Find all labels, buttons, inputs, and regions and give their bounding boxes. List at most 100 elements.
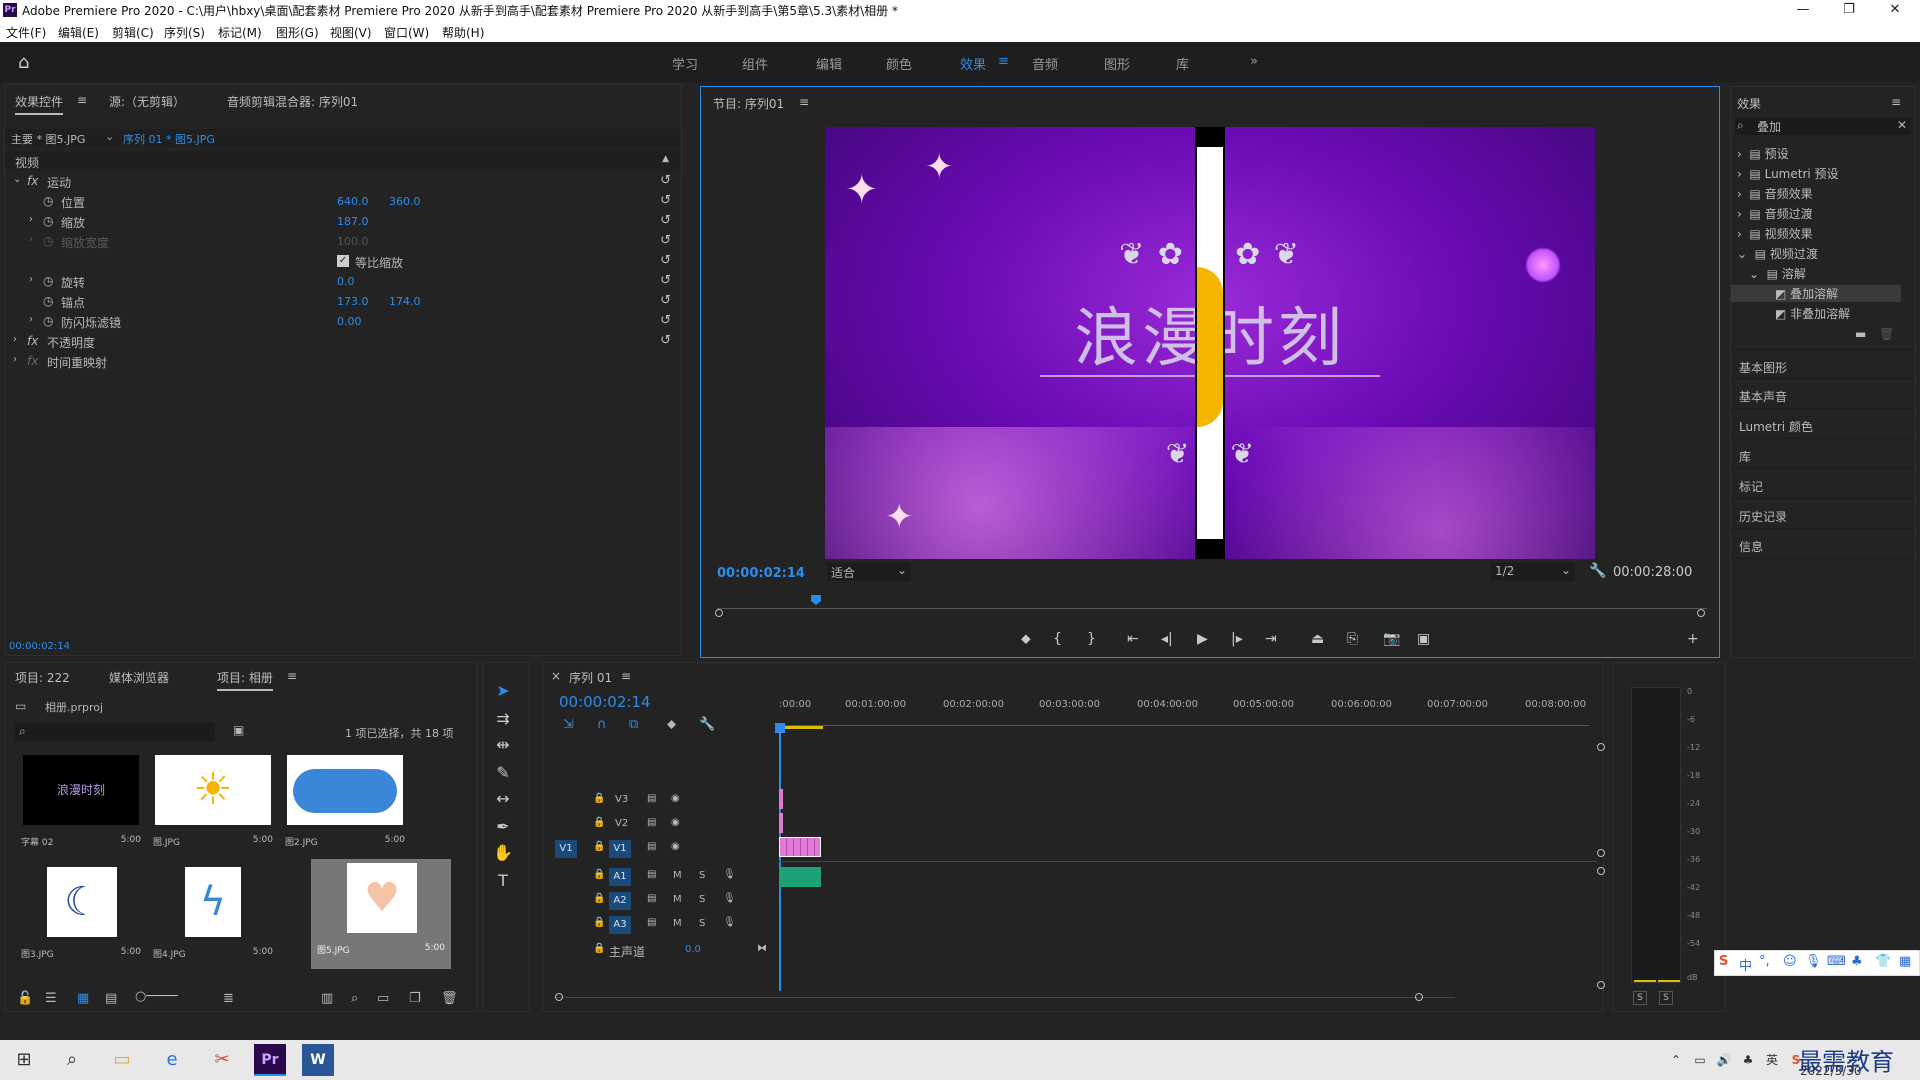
- extract-icon[interactable]: ⎘: [1347, 631, 1358, 647]
- h-scrollbar[interactable]: [555, 997, 1455, 998]
- more-workspaces-icon[interactable]: »: [1250, 54, 1258, 69]
- master-volume-value[interactable]: 0.0: [685, 944, 701, 955]
- tab-effect-controls[interactable]: 效果控件: [15, 93, 64, 115]
- new-bin-icon[interactable]: ▬: [1855, 327, 1866, 341]
- stopwatch-icon[interactable]: ◷: [43, 294, 53, 308]
- lock-icon[interactable]: 🔒: [593, 943, 605, 954]
- mic-icon[interactable]: 🎙: [1805, 954, 1822, 969]
- track-name-a3[interactable]: A3: [609, 916, 631, 934]
- go-to-out-icon[interactable]: ⇥: [1265, 631, 1277, 647]
- project-item[interactable]: 浪漫时刻 字幕 02 5:00: [15, 751, 147, 861]
- timeline-playhead[interactable]: [775, 723, 785, 991]
- zoom-handle-left[interactable]: [715, 609, 723, 617]
- track-name-a2[interactable]: A2: [609, 892, 631, 910]
- delete-icon[interactable]: 🗑: [441, 991, 458, 1006]
- sequence-clip-label[interactable]: 序列 01 * 图5.JPG: [123, 131, 215, 147]
- tab-learn[interactable]: 学习: [672, 54, 698, 73]
- lift-icon[interactable]: ⏏: [1311, 631, 1324, 647]
- tab-libraries[interactable]: 库: [1176, 54, 1189, 73]
- mute-button[interactable]: M: [673, 894, 682, 905]
- selection-tool-icon[interactable]: ➤: [489, 681, 517, 705]
- punctuation-icon[interactable]: °,: [1759, 954, 1770, 969]
- source-patch-v1[interactable]: V1: [555, 840, 577, 858]
- disclosure-closed-icon[interactable]: ›: [29, 314, 33, 325]
- program-playhead[interactable]: [811, 595, 821, 605]
- grid-icon[interactable]: ▦: [1899, 954, 1911, 969]
- scale-value[interactable]: 187.0: [337, 215, 369, 228]
- slip-tool-icon[interactable]: ↔: [489, 789, 517, 813]
- nest-icon[interactable]: ⇲: [563, 717, 574, 732]
- clear-search-icon[interactable]: ✕: [1897, 118, 1907, 132]
- a-scroll-handle[interactable]: [1597, 867, 1605, 875]
- mute-button[interactable]: M: [673, 918, 682, 929]
- ime-mode-label[interactable]: 中: [1739, 955, 1752, 974]
- section-essential-graphics[interactable]: 基本图形: [1731, 349, 1915, 379]
- chevron-down-icon[interactable]: ⌄: [105, 130, 114, 143]
- tree-item-audio-transitions[interactable]: › ▤ 音频过渡: [1737, 205, 1813, 222]
- clip-a1[interactable]: [779, 867, 821, 887]
- hand-tool-icon[interactable]: ✋: [489, 843, 517, 867]
- minimize-button[interactable]: —: [1780, 0, 1826, 20]
- new-bin-from-search-icon[interactable]: ▣: [233, 723, 244, 737]
- automate-icon[interactable]: ▥: [321, 991, 333, 1006]
- section-essential-sound[interactable]: 基本声音: [1731, 379, 1915, 409]
- tree-item-audio-effects[interactable]: › ▤ 音频效果: [1737, 185, 1813, 202]
- sync-lock-icon[interactable]: ▤: [647, 793, 656, 804]
- word-taskbar-icon[interactable]: W: [302, 1044, 334, 1076]
- program-timecode[interactable]: 00:00:02:14: [717, 566, 805, 581]
- eye-icon[interactable]: ◉: [671, 793, 680, 804]
- stopwatch-icon[interactable]: ◷: [43, 274, 53, 288]
- tab-effects[interactable]: 效果: [960, 54, 986, 73]
- tree-item-video-effects[interactable]: › ▤ 视频效果: [1737, 225, 1813, 242]
- lock-icon[interactable]: 🔒: [593, 817, 605, 828]
- project-item[interactable]: ϟ 图4.JPG 5:00: [147, 863, 279, 973]
- keyboard-icon[interactable]: ⌨: [1827, 954, 1846, 969]
- lock-icon[interactable]: 🔒: [593, 917, 605, 928]
- lock-icon[interactable]: 🔒: [593, 893, 605, 904]
- reset-icon[interactable]: ↺: [660, 293, 671, 308]
- program-time-ruler[interactable]: [717, 595, 1707, 609]
- shirt-icon[interactable]: 👕: [1875, 954, 1891, 969]
- section-markers[interactable]: 标记: [1731, 469, 1915, 499]
- sync-lock-icon[interactable]: ▤: [647, 893, 656, 904]
- tab-audio-clip-mixer[interactable]: 音频剪辑混合器: 序列01: [227, 93, 358, 110]
- mark-in-icon[interactable]: {: [1053, 631, 1062, 647]
- menu-graphics[interactable]: 图形(G): [276, 24, 319, 41]
- new-item-icon[interactable]: ❐: [409, 991, 421, 1006]
- menu-edit[interactable]: 编辑(E): [58, 24, 99, 41]
- tab-assembly[interactable]: 组件: [742, 54, 768, 73]
- solo-button[interactable]: S: [699, 870, 705, 881]
- reset-icon[interactable]: ↺: [660, 233, 671, 248]
- clip-v2[interactable]: [779, 813, 783, 833]
- file-explorer-icon[interactable]: ▭: [106, 1044, 138, 1076]
- tree-item-non-additive-dissolve[interactable]: ◩ 非叠加溶解: [1775, 305, 1850, 322]
- edge-browser-icon[interactable]: e: [156, 1044, 188, 1076]
- track-name-v1[interactable]: V1: [609, 840, 631, 858]
- clip-v3[interactable]: [779, 789, 783, 809]
- lock-icon[interactable]: 🔓: [17, 991, 33, 1006]
- stopwatch-icon[interactable]: ◷: [43, 314, 53, 328]
- section-libraries[interactable]: 库: [1731, 439, 1915, 469]
- tab-editing[interactable]: 编辑: [816, 54, 842, 73]
- mute-button[interactable]: M: [673, 870, 682, 881]
- icon-view-icon[interactable]: ▦: [77, 991, 89, 1006]
- wrench-icon[interactable]: 🔧: [1589, 563, 1606, 579]
- close-tab-icon[interactable]: ×: [551, 669, 561, 683]
- wrench-icon[interactable]: 🔧: [699, 717, 715, 732]
- tab-audio[interactable]: 音频: [1032, 54, 1058, 73]
- anti-flicker-value[interactable]: 0.00: [337, 315, 362, 328]
- snipping-tool-icon[interactable]: ✂: [206, 1044, 238, 1076]
- eye-icon[interactable]: ◉: [671, 841, 680, 852]
- go-to-in-icon[interactable]: ⇤: [1127, 631, 1139, 647]
- menu-file[interactable]: 文件(F): [6, 24, 46, 41]
- reset-icon[interactable]: ↺: [660, 193, 671, 208]
- project-item[interactable]: 图2.JPG 5:00: [279, 751, 411, 861]
- a-scroll-handle[interactable]: [1597, 981, 1605, 989]
- add-marker-icon[interactable]: ⬥: [667, 717, 676, 732]
- disclosure-open-icon[interactable]: ⌄: [13, 174, 21, 185]
- eye-icon[interactable]: ◉: [671, 817, 680, 828]
- lock-icon[interactable]: 🔒: [593, 793, 605, 804]
- add-marker-icon[interactable]: ⬥: [1021, 631, 1031, 647]
- master-clip-label[interactable]: 主要 * 图5.JPG: [11, 131, 85, 147]
- anchor-y-value[interactable]: 174.0: [389, 295, 421, 308]
